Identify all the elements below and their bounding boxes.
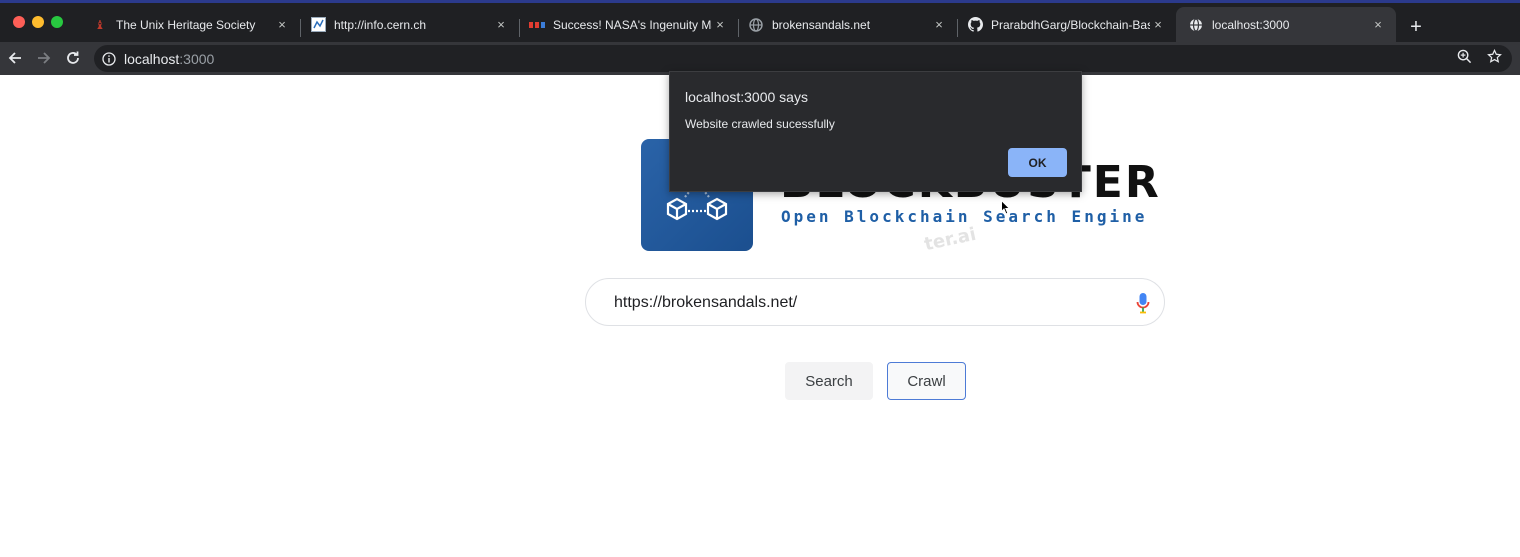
info-icon[interactable] [94,51,124,66]
tab-title: The Unix Heritage Society [116,17,256,32]
url-host: localhost [124,50,180,67]
unix-heritage-favicon: ♝ [94,17,106,32]
arrow-left-icon [8,52,21,64]
tab-brokensandals[interactable]: brokensandals.net × [736,7,957,42]
zoom-icon[interactable] [1455,47,1473,65]
mouse-cursor-icon [1001,199,1011,220]
tab-title: PrarabdhGarg/Blockchain-Bas [991,17,1150,32]
close-tab-icon[interactable]: × [931,17,947,32]
logo-tagline: Open Blockchain Search Engine [781,207,1148,226]
arrow-right-icon [38,52,51,64]
logo-watermark: ter.ai [922,223,978,256]
close-tab-icon[interactable]: × [712,17,728,32]
close-tab-icon[interactable]: × [1150,17,1166,32]
search-button[interactable]: Search [785,362,873,400]
tab-title: brokensandals.net [772,17,871,32]
tab-localhost[interactable]: localhost:3000 × [1176,7,1396,42]
search-input[interactable] [614,291,1114,315]
reload-button[interactable] [62,47,84,69]
cern-favicon [310,17,326,33]
search-box [585,278,1165,326]
tab-nasa[interactable]: Success! NASA's Ingenuity Ma × [517,7,738,42]
tab-unix-heritage[interactable]: ♝ The Unix Heritage Society × [80,7,300,42]
close-window-button[interactable] [13,16,25,28]
address-url: localhost:3000 [124,51,214,67]
github-icon [967,17,983,33]
maximize-window-button[interactable] [51,16,63,28]
back-button[interactable] [4,47,26,69]
microphone-icon[interactable] [1136,292,1150,314]
ok-button[interactable]: OK [1008,148,1067,177]
tab-title: localhost:3000 [1212,17,1290,32]
nasa-favicon [529,17,545,33]
reload-icon [67,51,79,64]
address-bar[interactable]: localhost:3000 [94,45,1512,72]
new-tab-button[interactable]: + [1405,16,1427,38]
alert-dialog: localhost:3000 says Website crawled suce… [669,71,1082,192]
close-tab-icon[interactable]: × [274,17,290,32]
crawl-button[interactable]: Crawl [887,362,966,400]
tab-strip: ♝ The Unix Heritage Society × http://inf… [0,3,1520,42]
globe-icon [748,17,764,33]
close-tab-icon[interactable]: × [1370,17,1386,32]
minimize-window-button[interactable] [32,16,44,28]
tab-cern[interactable]: http://info.cern.ch × [298,7,519,42]
url-port: :3000 [179,50,215,67]
globe-icon [1188,17,1204,33]
dialog-message: Website crawled sucessfully [685,117,835,131]
close-tab-icon[interactable]: × [493,17,509,32]
forward-button[interactable] [33,47,55,69]
bookmark-star-icon[interactable] [1485,47,1503,65]
tab-title: http://info.cern.ch [334,17,427,32]
tab-title: Success! NASA's Ingenuity Ma [553,17,712,32]
dialog-title: localhost:3000 says [685,89,808,105]
tab-github-repo[interactable]: PrarabdhGarg/Blockchain-Bas × [955,7,1176,42]
